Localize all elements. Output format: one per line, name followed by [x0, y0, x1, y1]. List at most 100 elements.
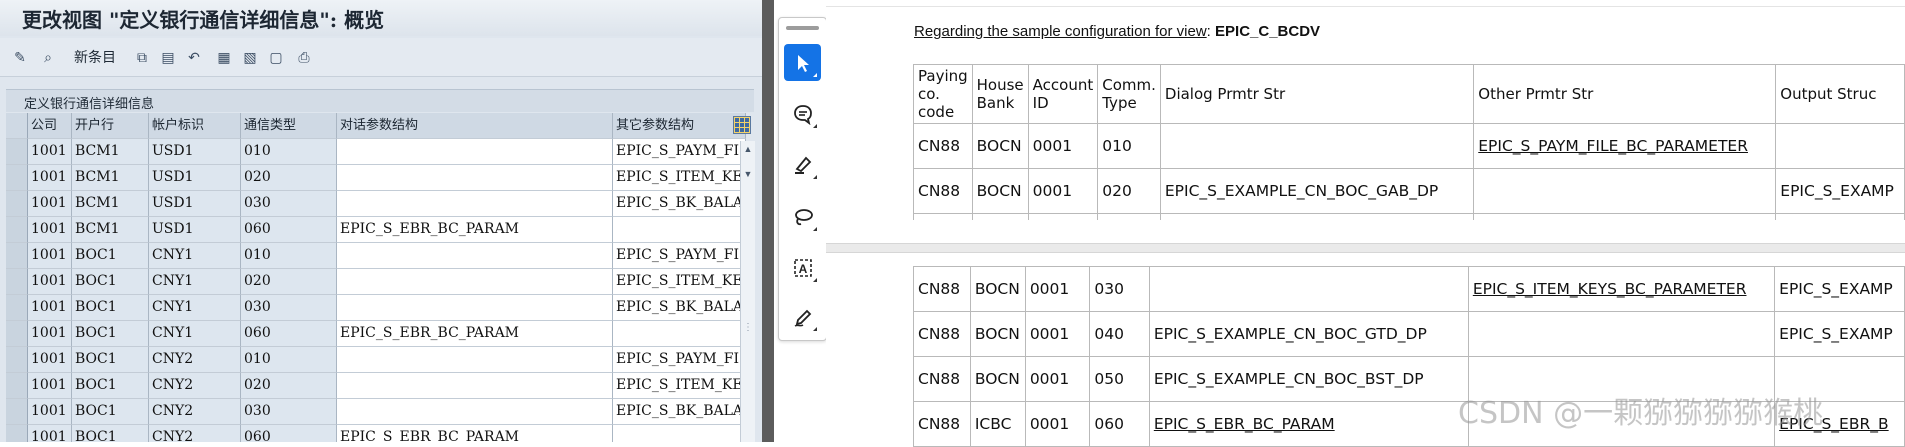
text-box-icon[interactable]: A [784, 249, 821, 286]
new-entries-button[interactable]: 新条目 [74, 47, 116, 67]
cell-dialog-struct[interactable] [337, 191, 613, 217]
cell-paying-co-code: CN88 [913, 356, 971, 402]
cell-other-struct[interactable]: EPIC_S_BK_BALA [613, 399, 746, 425]
select-all-icon[interactable]: ▦ [214, 47, 234, 67]
row-selector[interactable] [6, 399, 28, 425]
toolbar-drag-handle[interactable] [786, 26, 819, 30]
table-header-row: Paying co. code House Bank Account ID Co… [913, 64, 1905, 124]
column-header-company[interactable]: 公司 [28, 113, 72, 139]
deselect-all-icon[interactable]: ▢ [266, 47, 286, 67]
find-icon[interactable]: ⌕ [38, 47, 58, 67]
scroll-down-icon[interactable]: ▼ [742, 168, 754, 180]
row-selector[interactable] [6, 269, 28, 295]
row-selector[interactable] [6, 139, 28, 165]
lasso-icon[interactable] [784, 198, 821, 235]
cell-account-id: CNY1 [149, 243, 241, 269]
cell-other-struct[interactable]: EPIC_S_BK_BALA [613, 295, 746, 321]
scroll-up-icon[interactable]: ▲ [742, 143, 754, 155]
cell-other-struct[interactable] [613, 217, 746, 243]
column-header-other-struct[interactable]: 其它参数结构 [613, 113, 746, 139]
cell-other-struct[interactable] [613, 321, 746, 347]
row-selector[interactable] [6, 425, 28, 442]
table-header-row: 公司 开户行 帐户标识 通信类型 对话参数结构 其它参数结构 [6, 113, 746, 139]
select-block-icon[interactable]: ▧ [240, 47, 260, 67]
cell-comm-type: 060 [1089, 401, 1150, 447]
sap-title-bar: 更改视图 "定义银行通信详细信息": 概览 [0, 0, 762, 36]
cell-other-struct[interactable]: EPIC_S_ITEM_KEY [613, 373, 746, 399]
undo-icon[interactable]: ↶ [184, 47, 204, 67]
cell-house-bank: BCM1 [72, 165, 149, 191]
cell-paying-co-code: CN88 [913, 168, 973, 214]
row-selector[interactable] [6, 321, 28, 347]
cell-other-struct[interactable]: EPIC_S_ITEM_KEY [613, 269, 746, 295]
row-selector[interactable] [6, 217, 28, 243]
table-row: 1001 BOC1 CNY2 060 EPIC_S_EBR_BC_PARAM [6, 425, 746, 442]
column-header-comm-type[interactable]: 通信类型 [241, 113, 337, 139]
cell-dialog-prmtr-str: EPIC_S_EXAMPLE_CN_BOC_GAB_DP [1159, 168, 1475, 214]
cell-dialog-struct[interactable] [337, 373, 613, 399]
cell-account-id: 0001 [1024, 311, 1091, 357]
panel-title: 定义银行通信详细信息 [24, 97, 155, 112]
cell-account-id: 0001 [1027, 123, 1099, 169]
cell-dialog-struct[interactable] [337, 139, 613, 165]
cell-dialog-prmtr-str: EPIC_S_EXAMPLE_CN_BOC_BST_DP [1148, 356, 1469, 402]
row-selector[interactable] [6, 191, 28, 217]
cell-dialog-struct[interactable]: EPIC_S_EBR_BC_PARAM [337, 217, 613, 243]
cell-other-struct[interactable]: EPIC_S_PAYM_FI [613, 243, 746, 269]
svg-text:A: A [798, 262, 807, 276]
cell-house-bank: BCM1 [72, 139, 149, 165]
cell-company: 1001 [28, 373, 72, 399]
scroll-grip-icon[interactable]: ⋮ [743, 321, 753, 335]
cell-other-struct[interactable] [613, 425, 746, 442]
cell-account-id: 0001 [1024, 266, 1091, 312]
intro-colon: : [1206, 23, 1216, 40]
cell-dialog-struct[interactable]: EPIC_S_EBR_BC_PARAM [337, 425, 613, 442]
comment-icon[interactable] [784, 95, 821, 132]
cell-other-struct[interactable]: EPIC_S_PAYM_FI [613, 347, 746, 373]
vertical-scrollbar[interactable]: ▲ ▼ ⋮ [740, 141, 755, 442]
cell-account-id: CNY1 [149, 321, 241, 347]
cell-dialog-struct[interactable] [337, 269, 613, 295]
display-change-icon[interactable]: ✎ [10, 47, 30, 67]
cell-account-id: CNY1 [149, 295, 241, 321]
cell-dialog-struct[interactable] [337, 165, 613, 191]
panel-caption: 定义银行通信详细信息 [6, 89, 754, 112]
column-header-account-id[interactable]: 帐户标识 [149, 113, 241, 139]
watermark: CSDN @一颗猕猕猕猕猴桃 [1458, 396, 1824, 431]
select-all-column-header[interactable] [6, 113, 28, 139]
cell-company: 1001 [28, 399, 72, 425]
table-row: CN88 BOCN 0001 020 EPIC_S_EXAMPLE_CN_BOC_GAB… [913, 168, 1905, 214]
table-row: 1001 BOC1 CNY2 030 EPIC_S_BK_BALA [6, 399, 746, 425]
cell-other-struct[interactable]: EPIC_S_PAYM_FI [613, 139, 746, 165]
cell-dialog-struct[interactable] [337, 243, 613, 269]
cell-dialog-struct[interactable] [337, 347, 613, 373]
cell-company: 1001 [28, 321, 72, 347]
row-selector[interactable] [6, 373, 28, 399]
cell-dialog-struct[interactable] [337, 295, 613, 321]
row-selector[interactable] [6, 347, 28, 373]
cell-dialog-struct[interactable]: EPIC_S_EBR_BC_PARAM [337, 321, 613, 347]
column-header-house-bank[interactable]: 开户行 [72, 113, 149, 139]
table-row: 1001 BOC1 CNY1 060 EPIC_S_EBR_BC_PARAM [6, 321, 746, 347]
table-row: 1001 BOC1 CNY2 010 EPIC_S_PAYM_FI [6, 347, 746, 373]
delete-icon[interactable]: ▤ [158, 47, 178, 67]
table-settings-icon[interactable] [733, 116, 751, 134]
print-icon[interactable]: ⎙ [294, 47, 314, 67]
select-arrow-icon[interactable] [784, 44, 821, 81]
cell-output-struc [1775, 123, 1905, 169]
cell-comm-type: 030 [241, 399, 337, 425]
cell-other-struct[interactable]: EPIC_S_BK_BALA [613, 191, 746, 217]
cell-account-id: USD1 [149, 165, 241, 191]
row-selector[interactable] [6, 243, 28, 269]
cell-dialog-struct[interactable] [337, 399, 613, 425]
highlighter-icon[interactable] [784, 146, 821, 183]
sign-pen-icon[interactable] [784, 298, 821, 335]
cell-comm-type: 020 [241, 165, 337, 191]
cell-other-struct[interactable]: EPIC_S_ITEM_KEY [613, 165, 746, 191]
column-header-dialog-struct[interactable]: 对话参数结构 [337, 113, 613, 139]
cell-dialog-prmtr-str [1159, 123, 1475, 169]
cell-account-id: USD1 [149, 217, 241, 243]
row-selector[interactable] [6, 295, 28, 321]
row-selector[interactable] [6, 165, 28, 191]
copy-icon[interactable]: ⧉ [132, 47, 152, 67]
